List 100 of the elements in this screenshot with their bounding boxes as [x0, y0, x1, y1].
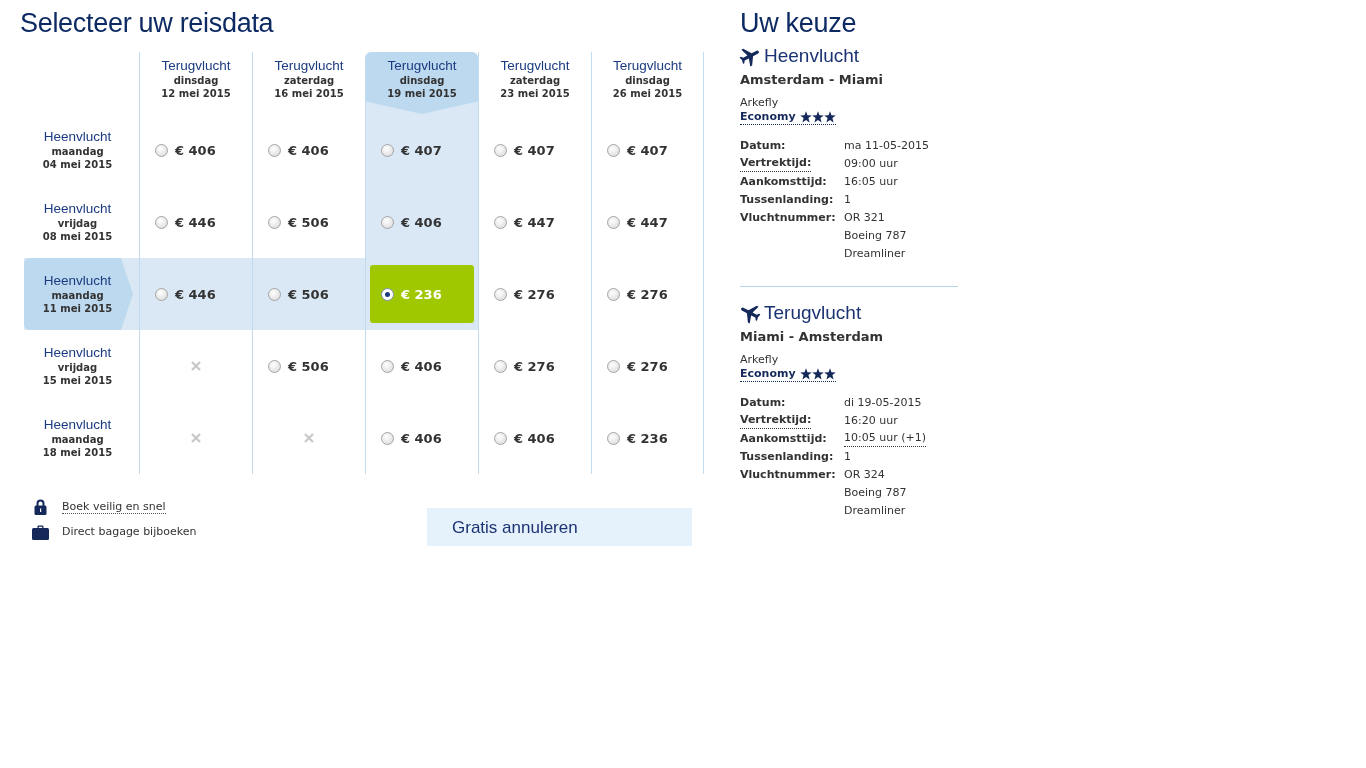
- detail-label[interactable]: Vertrektijd:: [740, 412, 812, 429]
- cabin-class-link[interactable]: Economy: [740, 367, 836, 382]
- price-label: € 407: [514, 142, 555, 158]
- price-label: € 506: [288, 286, 329, 302]
- feature-link[interactable]: Boek veilig en snel: [62, 499, 166, 514]
- column-title: Terugvlucht: [612, 58, 682, 74]
- row-header[interactable]: Heenvlucht maandag 18 mei 2015: [20, 402, 139, 474]
- row-title: Heenvlucht: [43, 201, 112, 217]
- row-title: Heenvlucht: [43, 129, 112, 145]
- radio-button[interactable]: [268, 143, 281, 157]
- weekday-label: vrijdag: [57, 361, 98, 374]
- radio-button[interactable]: [381, 215, 394, 229]
- radio-button[interactable]: [494, 431, 507, 445]
- detail-label: Aankomsttijd:: [740, 174, 827, 190]
- date-label: 11 mei 2015: [42, 302, 113, 315]
- detail-value[interactable]: 10:05 uur (+1): [844, 430, 926, 447]
- radio-button[interactable]: [155, 143, 168, 157]
- price-label: € 406: [401, 430, 442, 446]
- padlock-icon: [32, 498, 49, 515]
- price-label: € 276: [627, 286, 668, 302]
- radio-button[interactable]: [268, 359, 281, 373]
- weekday-label: zaterdag: [283, 74, 335, 87]
- price-label: € 276: [514, 286, 555, 302]
- detail-value: di 19-05-2015: [844, 395, 922, 411]
- row-title: Heenvlucht: [43, 345, 112, 361]
- suitcase-icon: [32, 523, 49, 540]
- price-label: € 446: [175, 286, 216, 302]
- radio-button[interactable]: [607, 215, 620, 229]
- detail-label: Vluchtnummer:: [740, 467, 836, 483]
- price-label: € 236: [627, 430, 668, 446]
- radio-button[interactable]: [381, 287, 394, 301]
- date-label: 12 mei 2015: [161, 87, 231, 100]
- radio-button[interactable]: [155, 287, 168, 301]
- date-label: 18 mei 2015: [42, 446, 113, 459]
- price-label: € 506: [288, 214, 329, 230]
- detail-value: 1: [844, 192, 851, 208]
- cross-icon: [191, 433, 201, 443]
- detail-label: Aankomsttijd:: [740, 431, 827, 447]
- weekday-label: maandag: [51, 145, 104, 158]
- detail-label: Tussenlanding:: [740, 192, 834, 208]
- flight-heading: Heenvlucht: [764, 45, 860, 67]
- star-icon: [823, 367, 836, 380]
- radio-button[interactable]: [494, 215, 507, 229]
- price-label: € 447: [627, 214, 668, 230]
- column-header[interactable]: Terugvlucht dinsdag 26 mei 2015: [591, 52, 704, 114]
- row-title: Heenvlucht: [43, 273, 112, 289]
- weekday-label: dinsdag: [399, 74, 445, 87]
- price-label: € 406: [175, 142, 216, 158]
- detail-value: Boeing 787 Dreamliner: [844, 228, 908, 262]
- star-icon: [799, 367, 812, 380]
- date-label: 16 mei 2015: [274, 87, 344, 100]
- cross-icon: [304, 433, 314, 443]
- radio-button[interactable]: [155, 215, 168, 229]
- radio-button[interactable]: [494, 359, 507, 373]
- date-label: 23 mei 2015: [500, 87, 570, 100]
- detail-value: 16:20 uur: [844, 413, 898, 429]
- date-label: 19 mei 2015: [387, 87, 457, 100]
- price-label: € 407: [627, 142, 668, 158]
- weekday-label: maandag: [51, 433, 104, 446]
- column-header[interactable]: Terugvlucht dinsdag 19 mei 2015: [365, 52, 478, 114]
- detail-label: Datum:: [740, 138, 786, 154]
- date-label: 26 mei 2015: [612, 87, 683, 100]
- weekday-label: dinsdag: [625, 74, 670, 87]
- price-label: € 236: [401, 286, 442, 302]
- radio-button[interactable]: [494, 143, 507, 157]
- column-header[interactable]: Terugvlucht dinsdag 12 mei 2015: [139, 52, 252, 114]
- radio-button[interactable]: [381, 143, 394, 157]
- radio-button[interactable]: [607, 143, 620, 157]
- price-label: € 276: [627, 358, 668, 374]
- detail-label: Vluchtnummer:: [740, 210, 836, 226]
- radio-button[interactable]: [607, 359, 620, 373]
- price-label: € 506: [288, 358, 329, 374]
- row-header[interactable]: Heenvlucht vrijdag 15 mei 2015: [20, 330, 139, 402]
- cabin-class-link[interactable]: Economy: [740, 110, 836, 125]
- radio-button[interactable]: [607, 431, 620, 445]
- radio-button[interactable]: [381, 431, 394, 445]
- column-title: Terugvlucht: [161, 58, 231, 74]
- price-label: € 276: [514, 358, 555, 374]
- star-icon: [823, 110, 836, 123]
- radio-button[interactable]: [268, 215, 281, 229]
- row-header[interactable]: Heenvlucht vrijdag 08 mei 2015: [20, 186, 139, 258]
- weekday-label: zaterdag: [509, 74, 561, 87]
- column-title: Terugvlucht: [387, 58, 457, 74]
- price-label: € 447: [514, 214, 555, 230]
- date-label: 08 mei 2015: [42, 230, 113, 243]
- row-header[interactable]: Heenvlucht maandag 04 mei 2015: [20, 114, 139, 186]
- radio-button[interactable]: [381, 359, 394, 373]
- column-header[interactable]: Terugvlucht zaterdag 23 mei 2015: [478, 52, 591, 114]
- page-title: Selecteer uw reisdata: [20, 7, 275, 40]
- detail-value: OR 321: [844, 210, 885, 226]
- radio-button[interactable]: [607, 287, 620, 301]
- detail-value: 09:00 uur: [844, 156, 898, 172]
- summary-title: Uw keuze: [740, 7, 858, 40]
- detail-value: Boeing 787 Dreamliner: [844, 485, 908, 519]
- radio-button[interactable]: [494, 287, 507, 301]
- detail-value: 16:05 uur: [844, 174, 898, 190]
- radio-button[interactable]: [268, 287, 281, 301]
- airline-label: Arkefly: [740, 353, 780, 366]
- weekday-label: maandag: [51, 289, 104, 302]
- detail-label[interactable]: Vertrektijd:: [740, 155, 812, 172]
